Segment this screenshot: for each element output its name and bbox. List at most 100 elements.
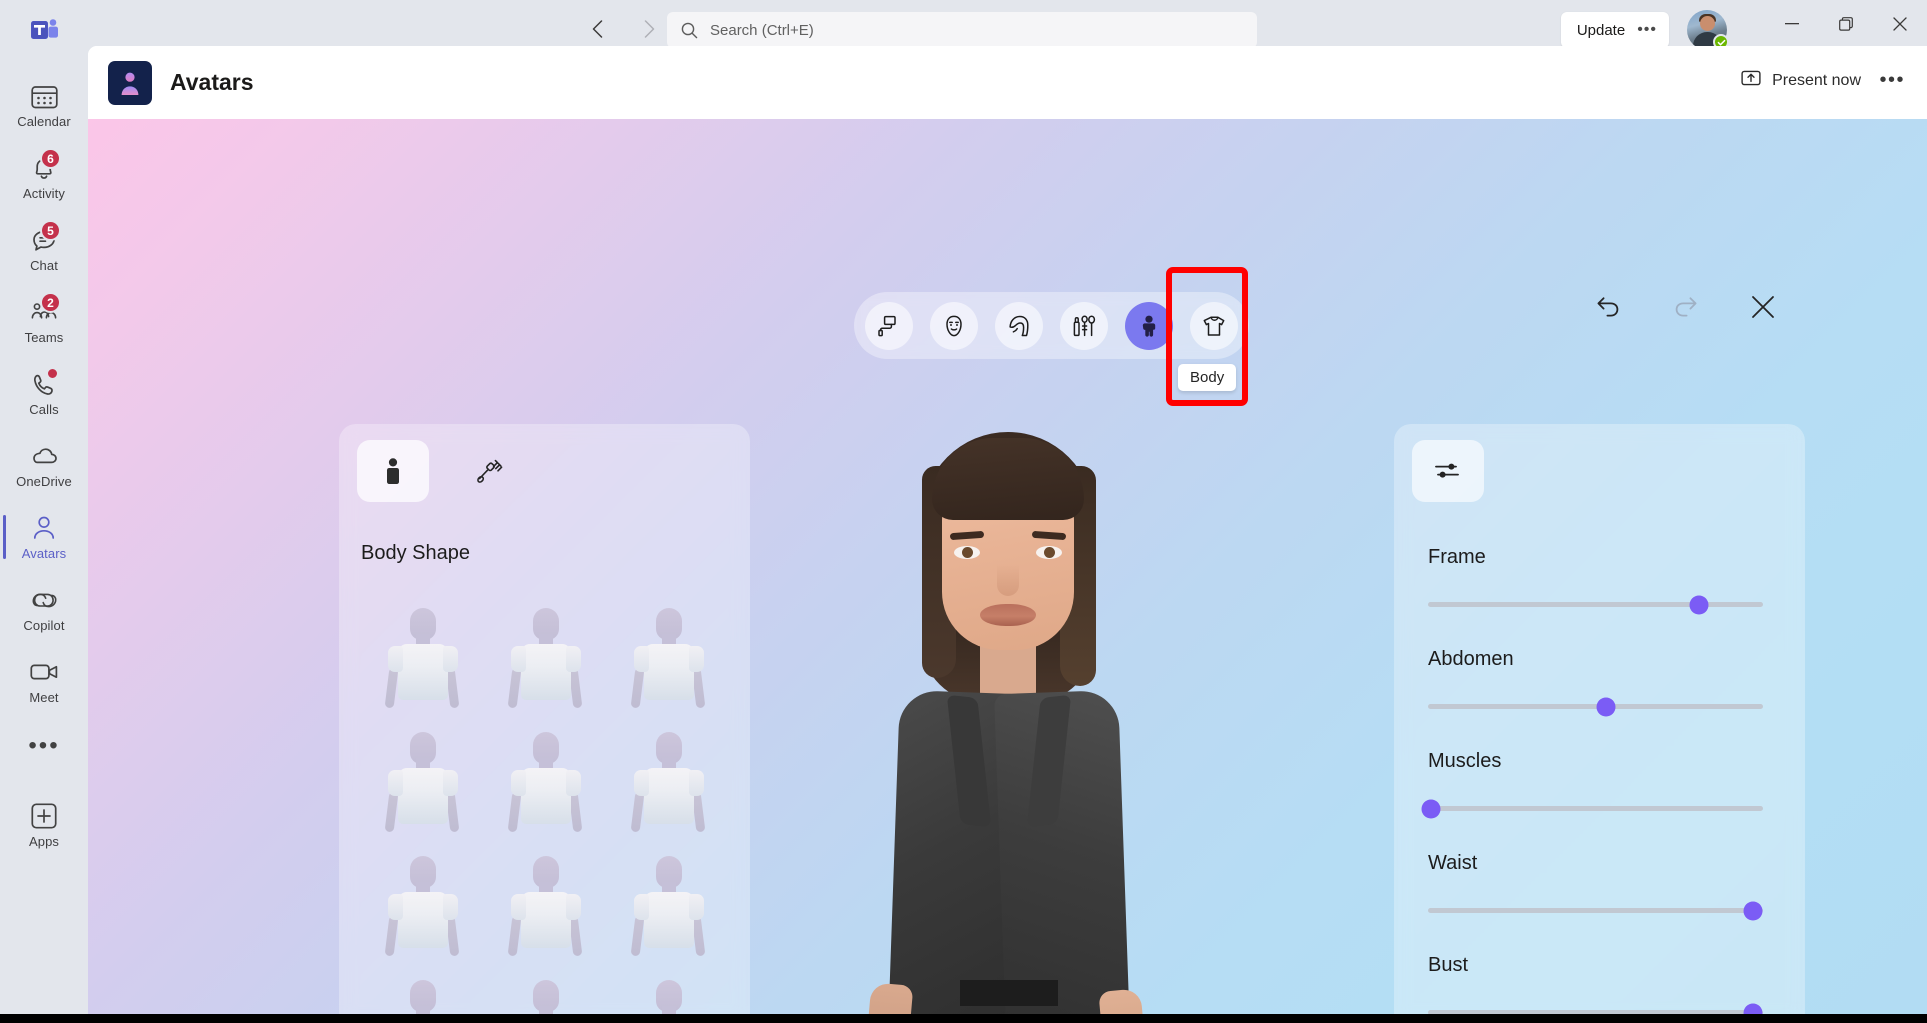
body-shape-section-title: Body Shape <box>361 542 470 564</box>
body-shape-option[interactable] <box>608 586 731 710</box>
slider-track[interactable] <box>1428 697 1763 716</box>
slider-label: Waist <box>1428 852 1478 874</box>
body-shape-panel: Body Shape <box>339 424 750 1023</box>
slider-track[interactable] <box>1428 901 1763 920</box>
tab-body-shape[interactable] <box>357 440 429 502</box>
avatar-lips <box>979 604 1036 626</box>
app-rail-sidebar: Calendar 6 Activity 5 Chat 2 Teams Calls… <box>0 59 88 1023</box>
avatar-face <box>1700 16 1715 31</box>
sidebar-item-avatars[interactable]: Avatars <box>0 501 88 573</box>
sidebar-item-calls[interactable]: Calls <box>0 357 88 429</box>
sidebar-item-chat[interactable]: 5 Chat <box>0 213 88 285</box>
sidebar-item-activity[interactable]: 6 Activity <box>0 141 88 213</box>
sidebar-item-calendar[interactable]: Calendar <box>0 69 88 141</box>
slider-thumb[interactable] <box>1421 799 1441 818</box>
slider-track[interactable] <box>1421 799 1763 818</box>
sidebar-label: Copilot <box>23 618 65 633</box>
body-shape-option[interactable] <box>608 834 731 958</box>
teams-avatars-window: Search (Ctrl+E) Update ••• Calendar 6 Ac… <box>0 0 1927 1023</box>
avatar-nose <box>996 564 1019 596</box>
body-shape-grid <box>361 586 731 1023</box>
body-shape-option[interactable] <box>361 710 484 834</box>
undo-button[interactable] <box>1595 295 1621 324</box>
copilot-icon <box>27 585 61 615</box>
more-apps-icon: ••• <box>28 731 60 759</box>
redo-button[interactable] <box>1673 295 1699 324</box>
sidebar-label: Chat <box>30 258 58 273</box>
window-controls <box>1765 0 1927 48</box>
cloud-icon <box>27 441 61 471</box>
activity-badge: 6 <box>40 148 61 169</box>
sidebar-label: Activity <box>23 186 65 201</box>
calendar-icon <box>27 81 61 111</box>
body-tooltip: Body <box>1178 364 1237 391</box>
share-screen-icon <box>1741 68 1761 93</box>
sidebar-item-onedrive[interactable]: OneDrive <box>0 429 88 501</box>
teams-people-icon: 2 <box>27 292 61 327</box>
body-shape-option[interactable] <box>608 710 731 834</box>
back-button[interactable] <box>580 12 614 46</box>
body-shape-option[interactable] <box>484 586 607 710</box>
body-shape-option[interactable] <box>361 586 484 710</box>
header-more-options-button[interactable]: ••• <box>1879 70 1905 90</box>
present-now-button[interactable]: Present now <box>1741 68 1861 93</box>
category-toolbar <box>854 292 1249 359</box>
search-input[interactable]: Search (Ctrl+E) <box>667 12 1257 48</box>
sidebar-label: Teams <box>24 330 64 345</box>
person-icon <box>27 513 61 543</box>
body-shape-option[interactable] <box>484 710 607 834</box>
tab-body-sliders[interactable] <box>1412 440 1484 502</box>
main-content: Avatars Present now ••• Body Body Shape … <box>88 46 1927 1023</box>
sidebar-label: Meet <box>29 690 59 705</box>
slider-thumb[interactable] <box>1596 697 1616 716</box>
body-panel-tabs <box>357 440 527 502</box>
avatar-waistband <box>959 980 1058 1006</box>
bell-icon: 6 <box>27 148 61 183</box>
page-title: Avatars <box>170 69 254 95</box>
slider-muscles: Muscles <box>1421 750 1773 818</box>
slider-label: Abdomen <box>1428 648 1514 670</box>
category-appearance-button[interactable] <box>865 301 913 350</box>
sidebar-item-teams[interactable]: 2 Teams <box>0 285 88 357</box>
calls-badge-dot <box>46 367 59 380</box>
maximize-button[interactable] <box>1819 0 1873 48</box>
search-placeholder-text: Search (Ctrl+E) <box>710 21 814 39</box>
body-shape-option[interactable] <box>484 834 607 958</box>
sidebar-label: OneDrive <box>16 474 72 489</box>
slider-label: Bust <box>1428 954 1469 976</box>
tab-prosthetics[interactable] <box>455 440 527 502</box>
teams-badge: 2 <box>40 292 61 313</box>
sidebar-label: Calendar <box>17 114 71 129</box>
sidebar-item-meet[interactable]: Meet <box>0 645 88 717</box>
editor-actions <box>1595 295 1775 324</box>
sidebar-item-more[interactable]: ••• <box>0 717 88 775</box>
forward-button[interactable] <box>632 12 666 46</box>
close-button[interactable] <box>1873 0 1927 48</box>
avatars-app-header: Avatars Present now ••• <box>88 46 1927 119</box>
update-more-icon[interactable]: ••• <box>1637 21 1657 39</box>
category-face-button[interactable] <box>930 301 978 350</box>
avatar-eye-right <box>1035 546 1062 559</box>
teams-logo-icon <box>30 16 60 44</box>
avatar-preview[interactable] <box>838 424 1178 1023</box>
body-sliders-panel: Frame Abdomen Muscles Waist Bust <box>1394 424 1805 1023</box>
category-makeup-button[interactable] <box>1060 301 1108 350</box>
close-editor-button[interactable] <box>1751 295 1775 324</box>
slider-track[interactable] <box>1428 595 1763 614</box>
avatars-app-icon <box>108 61 152 105</box>
category-clothing-button[interactable] <box>1190 301 1238 350</box>
navigation-arrows <box>580 12 666 46</box>
sidebar-item-copilot[interactable]: Copilot <box>0 573 88 645</box>
minimize-button[interactable] <box>1765 0 1819 48</box>
category-body-button[interactable] <box>1125 301 1173 350</box>
update-label: Update <box>1576 21 1626 39</box>
update-button[interactable]: Update ••• <box>1560 12 1669 48</box>
avatar-editor-stage: Body Body Shape Frame Abdomen Muscles Wa… <box>88 119 1927 1023</box>
slider-thumb[interactable] <box>1743 901 1763 920</box>
category-hair-button[interactable] <box>995 301 1043 350</box>
body-sliders-list: Frame Abdomen Muscles Waist Bust <box>1421 546 1773 1023</box>
slider-thumb[interactable] <box>1689 595 1709 614</box>
chat-badge: 5 <box>40 220 61 241</box>
body-shape-option[interactable] <box>361 834 484 958</box>
sidebar-item-apps[interactable]: Apps <box>0 789 88 861</box>
